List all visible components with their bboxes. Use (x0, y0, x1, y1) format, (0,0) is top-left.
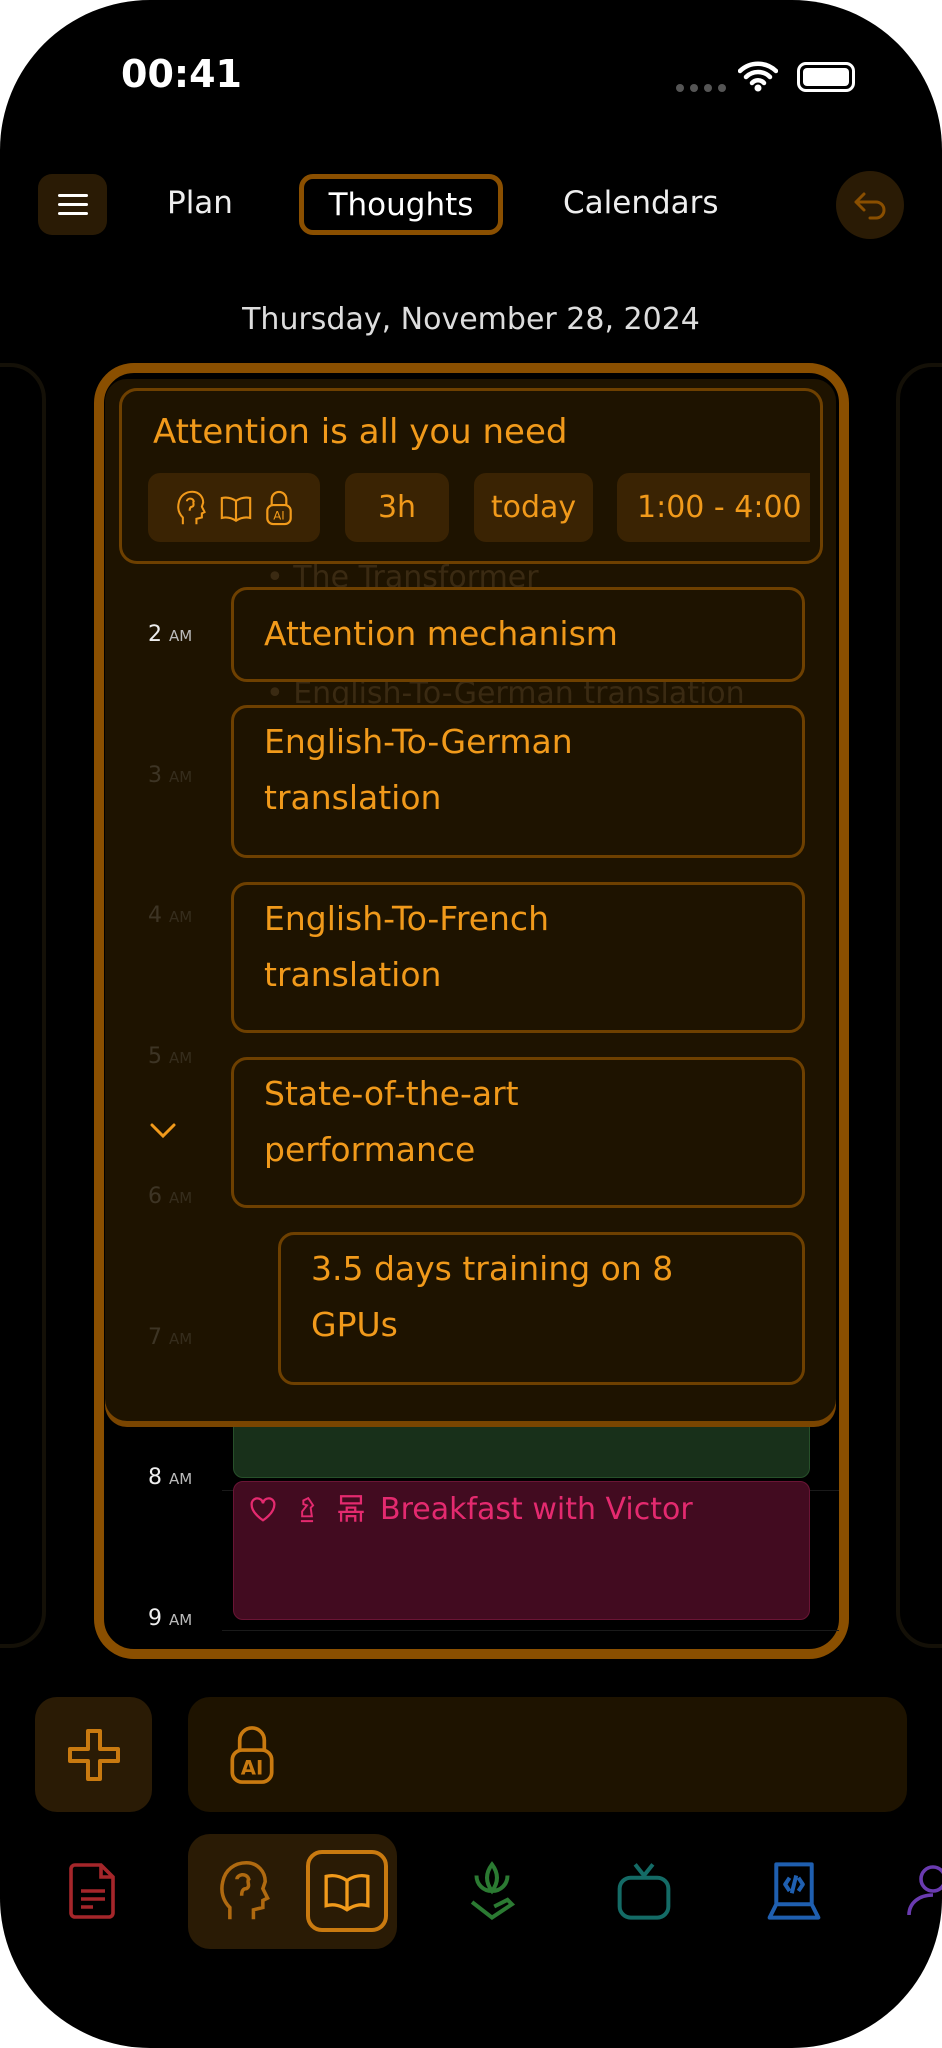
thought-item[interactable]: 3.5 days training on 8 GPUs (278, 1232, 805, 1385)
document-icon (69, 1863, 115, 1919)
status-time: 00:41 (121, 52, 242, 96)
person-icon (907, 1865, 942, 1916)
tv-icon (617, 1863, 671, 1920)
phone-screen: 00:41 Plan Thoughts Calendars Thursday, … (0, 0, 942, 2048)
wifi-icon (738, 61, 778, 92)
ai-lock-icon: AI (266, 490, 292, 525)
tab-social[interactable] (905, 1850, 942, 1932)
hour-label: 7 AM (148, 1325, 193, 1350)
plant-hand-icon (470, 1861, 516, 1921)
battery-icon (797, 62, 855, 92)
hour-label: 9 AM (148, 1606, 193, 1631)
return-button[interactable] (836, 171, 904, 239)
hour-label: 8 AM (148, 1465, 193, 1490)
thought-item[interactable]: English-To-German translation (231, 705, 805, 858)
thought-item[interactable]: English-To-French translation (231, 882, 805, 1033)
ai-lock-icon: AI (230, 1725, 274, 1784)
tab-reading[interactable] (306, 1850, 388, 1932)
tab-calendars[interactable]: Calendars (563, 185, 719, 221)
tab-documents[interactable] (52, 1850, 134, 1932)
chevron-down-icon[interactable] (148, 1118, 178, 1142)
hour-line (222, 1630, 839, 1631)
laptop-code-icon (767, 1862, 821, 1920)
svg-text:AI: AI (273, 508, 284, 522)
return-icon (854, 192, 886, 220)
category-chip[interactable]: AI (148, 473, 320, 542)
thought-item[interactable]: State-of-the-art performance (231, 1057, 805, 1208)
tab-thoughts-brain[interactable] (203, 1850, 285, 1932)
chess-knight-icon (300, 1496, 315, 1523)
book-icon (324, 1873, 370, 1912)
duration-chip[interactable]: 3h (345, 473, 449, 542)
prev-day-card[interactable] (0, 363, 46, 1648)
tab-coding[interactable] (753, 1850, 835, 1932)
time-range-chip[interactable]: 1:00 - 4:00 (617, 473, 810, 542)
thought-input[interactable]: AI (188, 1697, 907, 1812)
hour-label: 2 AM (148, 622, 193, 647)
event-title: Breakfast with Victor (380, 1492, 693, 1527)
next-day-card[interactable] (896, 363, 942, 1648)
day-chip[interactable]: today (474, 473, 593, 542)
date-heading: Thursday, November 28, 2024 (242, 302, 700, 337)
tab-tv[interactable] (603, 1850, 685, 1932)
add-button[interactable] (35, 1697, 152, 1812)
brain-head-icon (220, 1860, 270, 1920)
heart-icon (250, 1497, 276, 1522)
calendar-event-green[interactable] (233, 1420, 810, 1478)
hour-label: 5 AM (148, 1044, 193, 1069)
svg-text:AI: AI (241, 1756, 264, 1779)
hour-label: 4 AM (148, 903, 193, 928)
tab-plan[interactable]: Plan (167, 185, 233, 221)
plus-icon (67, 1728, 120, 1781)
restaurant-icon (338, 1495, 364, 1522)
hour-label: 3 AM (148, 763, 193, 788)
thought-title[interactable]: Attention is all you need (153, 412, 567, 452)
menu-button[interactable] (38, 174, 107, 235)
calendar-event-breakfast[interactable]: Breakfast with Victor (233, 1481, 810, 1620)
thought-item[interactable]: Attention mechanism (231, 587, 805, 682)
tab-thoughts[interactable]: Thoughts (299, 174, 503, 235)
tab-wellness[interactable] (451, 1850, 533, 1932)
hour-label: 6 AM (148, 1184, 193, 1209)
signal-icon (676, 84, 726, 92)
book-icon (220, 495, 252, 522)
brain-head-icon (177, 490, 206, 524)
